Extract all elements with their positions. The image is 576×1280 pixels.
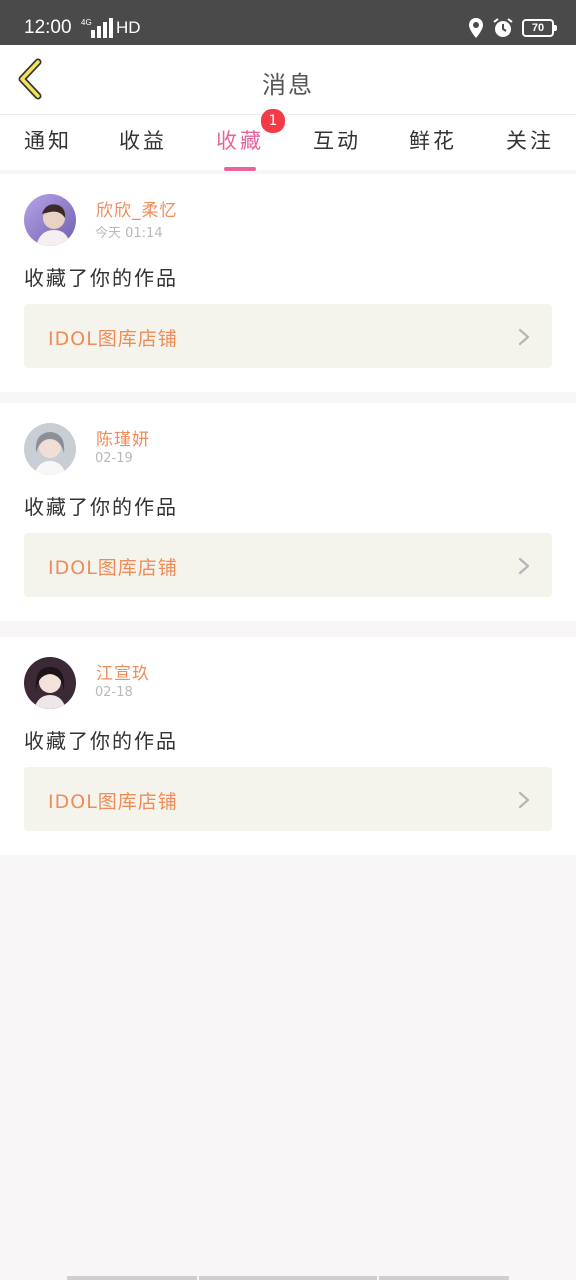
status-icons: 70 xyxy=(468,16,557,40)
message-text: 收藏了你的作品 xyxy=(24,495,178,519)
message-card: 陈瑾妍 02-19 收藏了你的作品 IDOL图库店铺 xyxy=(0,403,576,621)
nav-gesture-bar[interactable] xyxy=(67,1276,197,1280)
work-link-label: IDOL图库店铺 xyxy=(48,791,178,813)
avatar[interactable] xyxy=(24,657,76,709)
work-link-label: IDOL图库店铺 xyxy=(48,557,178,579)
message-card: 欣欣_柔忆 今天 01:14 收藏了你的作品 IDOL图库店铺 xyxy=(0,174,576,392)
active-tab-indicator xyxy=(224,167,256,171)
chevron-right-icon xyxy=(518,557,530,575)
location-icon xyxy=(469,18,483,38)
signal-icon: 4G xyxy=(81,18,113,38)
chevron-right-icon xyxy=(518,791,530,809)
tab-interactions[interactable]: 互动 xyxy=(297,125,377,165)
top-bar: 消息 xyxy=(0,45,576,115)
user-name[interactable]: 陈瑾妍 xyxy=(96,425,150,450)
nav-gesture-bar[interactable] xyxy=(379,1276,509,1280)
work-link[interactable]: IDOL图库店铺 xyxy=(24,533,552,597)
avatar[interactable] xyxy=(24,194,76,246)
status-time: 12:00 xyxy=(24,17,72,38)
favorites-badge: 1 xyxy=(260,108,286,134)
nav-gesture-bar[interactable] xyxy=(199,1276,377,1280)
alarm-icon xyxy=(493,18,513,37)
work-link-label: IDOL图库店铺 xyxy=(48,328,178,350)
message-text: 收藏了你的作品 xyxy=(24,266,178,290)
network-label: HD xyxy=(116,18,141,37)
avatar[interactable] xyxy=(24,423,76,475)
user-name[interactable]: 江宣玖 xyxy=(96,659,150,684)
tab-follows[interactable]: 关注 xyxy=(490,125,570,165)
tab-bar: 通知 收益 收藏 互动 鲜花 关注 xyxy=(0,115,576,171)
message-card: 江宣玖 02-18 收藏了你的作品 IDOL图库店铺 xyxy=(0,637,576,855)
user-name[interactable]: 欣欣_柔忆 xyxy=(96,196,178,221)
tab-favorites-label: 收藏 xyxy=(216,129,264,153)
page-title: 消息 xyxy=(262,71,314,99)
network-badge: 4G xyxy=(81,18,92,27)
battery-icon: 70 xyxy=(522,19,557,37)
tab-notifications[interactable]: 通知 xyxy=(8,125,88,165)
work-link[interactable]: IDOL图库店铺 xyxy=(24,767,552,831)
message-time: 今天 01:14 xyxy=(95,226,163,241)
tab-earnings[interactable]: 收益 xyxy=(103,125,183,165)
work-link[interactable]: IDOL图库店铺 xyxy=(24,304,552,368)
message-time: 02-19 xyxy=(95,451,133,466)
message-text: 收藏了你的作品 xyxy=(24,729,178,753)
chevron-right-icon xyxy=(518,328,530,346)
status-bar: 12:00 4G HD 70 xyxy=(0,0,576,45)
tab-flowers[interactable]: 鲜花 xyxy=(393,125,473,165)
message-time: 02-18 xyxy=(95,685,133,700)
